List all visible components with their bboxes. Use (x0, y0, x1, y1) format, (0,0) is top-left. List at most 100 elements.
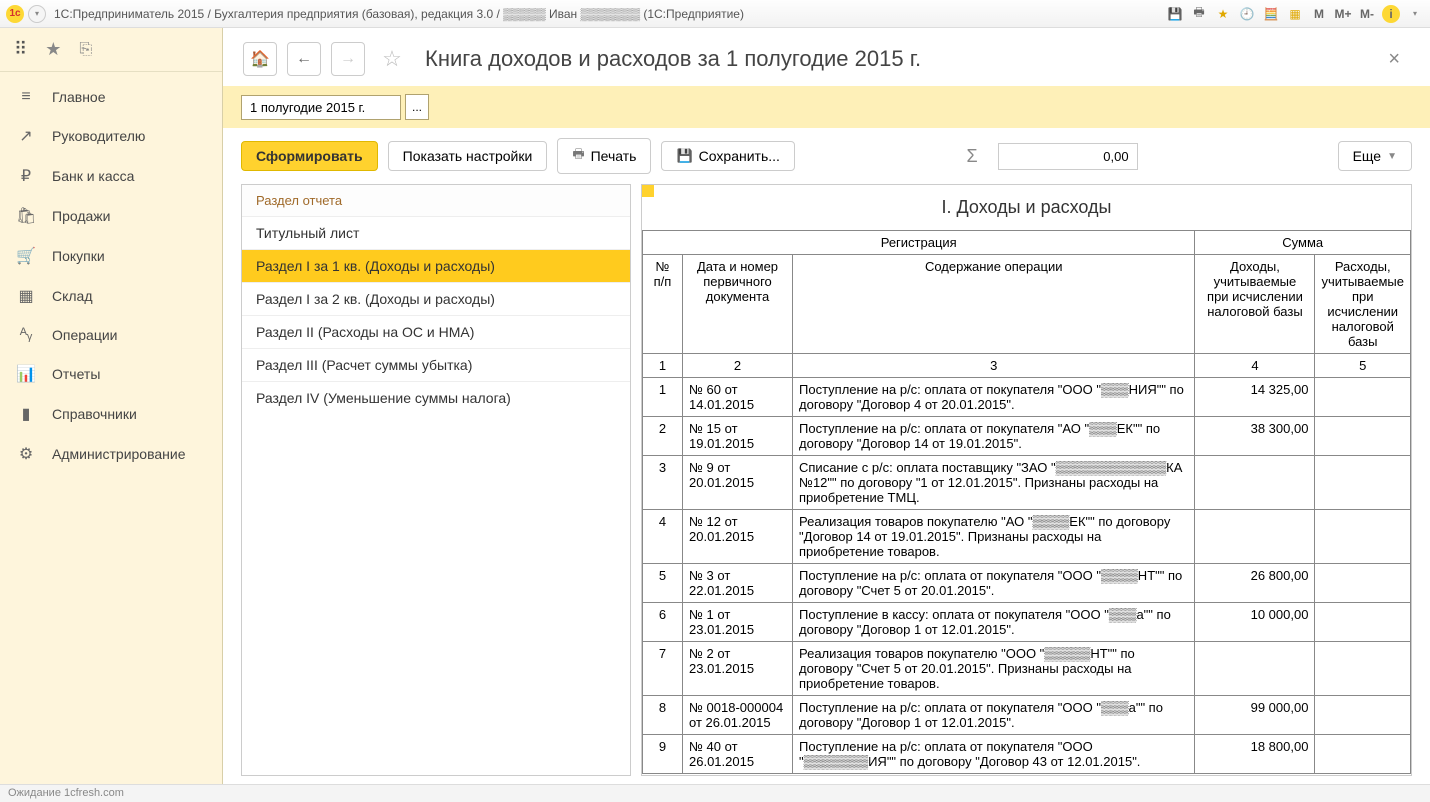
form-button-label: Сформировать (256, 148, 363, 164)
home-button[interactable]: 🏠 (243, 42, 277, 76)
page-title: Книга доходов и расходов за 1 полугодие … (425, 46, 1368, 72)
titlebar-right-icons: 💾 🖶 ★ 🕘 🧮 ▦ M M+ M- i ▾ (1166, 5, 1424, 23)
cell-income: 26 800,00 (1195, 564, 1315, 603)
cell-doc: № 2 от 23.01.2015 (683, 642, 793, 696)
table-row[interactable]: 7№ 2 от 23.01.2015Реализация товаров пок… (643, 642, 1411, 696)
section-item-5[interactable]: Раздел IV (Уменьшение суммы налога) (242, 381, 630, 414)
calendar-icon[interactable]: ▦ (1286, 5, 1304, 23)
table-row[interactable]: 3№ 9 от 20.01.2015Списание с р/с: оплата… (643, 456, 1411, 510)
save-db-icon[interactable]: 💾 (1166, 5, 1184, 23)
cell-doc: № 60 от 14.01.2015 (683, 378, 793, 417)
period-input[interactable] (241, 95, 401, 120)
cell-desc: Поступление на р/с: оплата от покупателя… (793, 564, 1195, 603)
nav-icon: ↗ (16, 126, 36, 146)
section-item-0[interactable]: Титульный лист (242, 216, 630, 249)
m-plus-button[interactable]: M+ (1334, 5, 1352, 23)
cell-desc: Поступление на р/с: оплата от покупателя… (793, 735, 1195, 774)
more-label: Еще (1353, 148, 1382, 164)
calculator-icon[interactable]: 🧮 (1262, 5, 1280, 23)
cell-expense (1315, 642, 1411, 696)
diskette-icon: 💾 (676, 148, 692, 164)
colnum-2: 3 (793, 354, 1195, 378)
main-header: 🏠 ← → ☆ Книга доходов и расходов за 1 по… (223, 28, 1430, 86)
content-area: Раздел отчета Титульный листРаздел I за … (223, 184, 1430, 784)
info-dropdown-icon[interactable]: ▾ (1406, 5, 1424, 23)
cell-doc: № 15 от 19.01.2015 (683, 417, 793, 456)
m-minus-button[interactable]: M- (1358, 5, 1376, 23)
history-icon[interactable]: 🕘 (1238, 5, 1256, 23)
info-icon[interactable]: i (1382, 5, 1400, 23)
cell-npp: 9 (643, 735, 683, 774)
nav-icon: ₽ (16, 166, 36, 186)
report-table: Регистрация Сумма № п/п Дата и номер пер… (642, 230, 1411, 774)
status-bar: Ожидание 1cfresh.com (0, 784, 1430, 802)
cell-doc: № 1 от 23.01.2015 (683, 603, 793, 642)
nav-icon: ⚙ (16, 444, 36, 464)
app-menu-icon[interactable]: ▾ (28, 5, 46, 23)
col-expense: Расходы, учитываемые при исчислении нало… (1315, 255, 1411, 354)
cell-income: 14 325,00 (1195, 378, 1315, 417)
nav-menu: ≡Главное↗Руководителю₽Банк и касса🛍Прода… (0, 72, 222, 474)
sigma-icon[interactable]: Σ (956, 146, 987, 167)
favorites-icon[interactable]: ★ (45, 39, 61, 60)
nav-item-2[interactable]: ₽Банк и касса (0, 156, 222, 196)
section-item-1[interactable]: Раздел I за 1 кв. (Доходы и расходы) (242, 249, 630, 282)
nav-item-9[interactable]: ⚙Администрирование (0, 434, 222, 474)
table-row[interactable]: 4№ 12 от 20.01.2015Реализация товаров по… (643, 510, 1411, 564)
cell-expense (1315, 603, 1411, 642)
nav-icon: ▦ (16, 286, 36, 306)
save-button[interactable]: 💾 Сохранить... (661, 141, 794, 171)
table-row[interactable]: 9№ 40 от 26.01.2015Поступление на р/с: о… (643, 735, 1411, 774)
apps-grid-icon[interactable]: ⠿ (14, 39, 27, 60)
window-title: 1С:Предприниматель 2015 / Бухгалтерия пр… (54, 7, 1166, 21)
toolbar: Сформировать Показать настройки 🖶Печать … (223, 128, 1430, 184)
nav-item-8[interactable]: ▮Справочники (0, 394, 222, 434)
period-picker-button[interactable]: ... (405, 94, 429, 120)
form-button[interactable]: Сформировать (241, 141, 378, 171)
col-npp: № п/п (643, 255, 683, 354)
forward-button[interactable]: → (331, 42, 365, 76)
cell-desc: Реализация товаров покупателю "АО "▒▒▒▒Е… (793, 510, 1195, 564)
table-row[interactable]: 2№ 15 от 19.01.2015Поступление на р/с: о… (643, 417, 1411, 456)
nav-label: Покупки (52, 248, 105, 264)
table-row[interactable]: 5№ 3 от 22.01.2015Поступление на р/с: оп… (643, 564, 1411, 603)
print-button[interactable]: 🖶Печать (557, 138, 651, 174)
nav-item-5[interactable]: ▦Склад (0, 276, 222, 316)
show-settings-button[interactable]: Показать настройки (388, 141, 548, 171)
chevron-down-icon: ▼ (1387, 151, 1397, 162)
cell-npp: 5 (643, 564, 683, 603)
nav-item-6[interactable]: ᴬᵧОперации (0, 316, 222, 354)
col-docdate: Дата и номер первичного документа (683, 255, 793, 354)
m-button[interactable]: M (1310, 5, 1328, 23)
cell-desc: Реализация товаров покупателю "ООО "▒▒▒▒… (793, 642, 1195, 696)
favorite-icon[interactable]: ★ (1214, 5, 1232, 23)
cell-desc: Поступление в кассу: оплата от покупател… (793, 603, 1195, 642)
nav-icon: ≡ (16, 88, 36, 106)
back-button[interactable]: ← (287, 42, 321, 76)
sidebar: ⠿ ★ ⎘ ≡Главное↗Руководителю₽Банк и касса… (0, 28, 223, 784)
nav-item-4[interactable]: 🛒Покупки (0, 236, 222, 276)
cell-income: 99 000,00 (1195, 696, 1315, 735)
nav-item-0[interactable]: ≡Главное (0, 78, 222, 116)
report-title: I. Доходы и расходы (642, 185, 1411, 230)
bookmark-icon[interactable]: ☆ (375, 42, 409, 76)
nav-item-1[interactable]: ↗Руководителю (0, 116, 222, 156)
clipboard-icon[interactable]: ⎘ (79, 41, 92, 59)
sum-input[interactable] (998, 143, 1138, 170)
section-item-2[interactable]: Раздел I за 2 кв. (Доходы и расходы) (242, 282, 630, 315)
cell-npp: 4 (643, 510, 683, 564)
cell-npp: 7 (643, 642, 683, 696)
table-row[interactable]: 1№ 60 от 14.01.2015Поступление на р/с: о… (643, 378, 1411, 417)
section-item-4[interactable]: Раздел III (Расчет суммы убытка) (242, 348, 630, 381)
save-label: Сохранить... (699, 148, 780, 164)
more-button[interactable]: Еще ▼ (1338, 141, 1412, 171)
section-item-3[interactable]: Раздел II (Расходы на ОС и НМА) (242, 315, 630, 348)
close-tab-button[interactable]: × (1378, 48, 1410, 71)
table-row[interactable]: 6№ 1 от 23.01.2015Поступление в кассу: о… (643, 603, 1411, 642)
table-row[interactable]: 8№ 0018-000004 от 26.01.2015Поступление … (643, 696, 1411, 735)
print-icon[interactable]: 🖶 (1190, 5, 1208, 23)
report-panel[interactable]: I. Доходы и расходы Регистрация Сумма № … (641, 184, 1412, 776)
nav-item-3[interactable]: 🛍Продажи (0, 196, 222, 236)
nav-icon: 📊 (16, 364, 36, 384)
nav-item-7[interactable]: 📊Отчеты (0, 354, 222, 394)
